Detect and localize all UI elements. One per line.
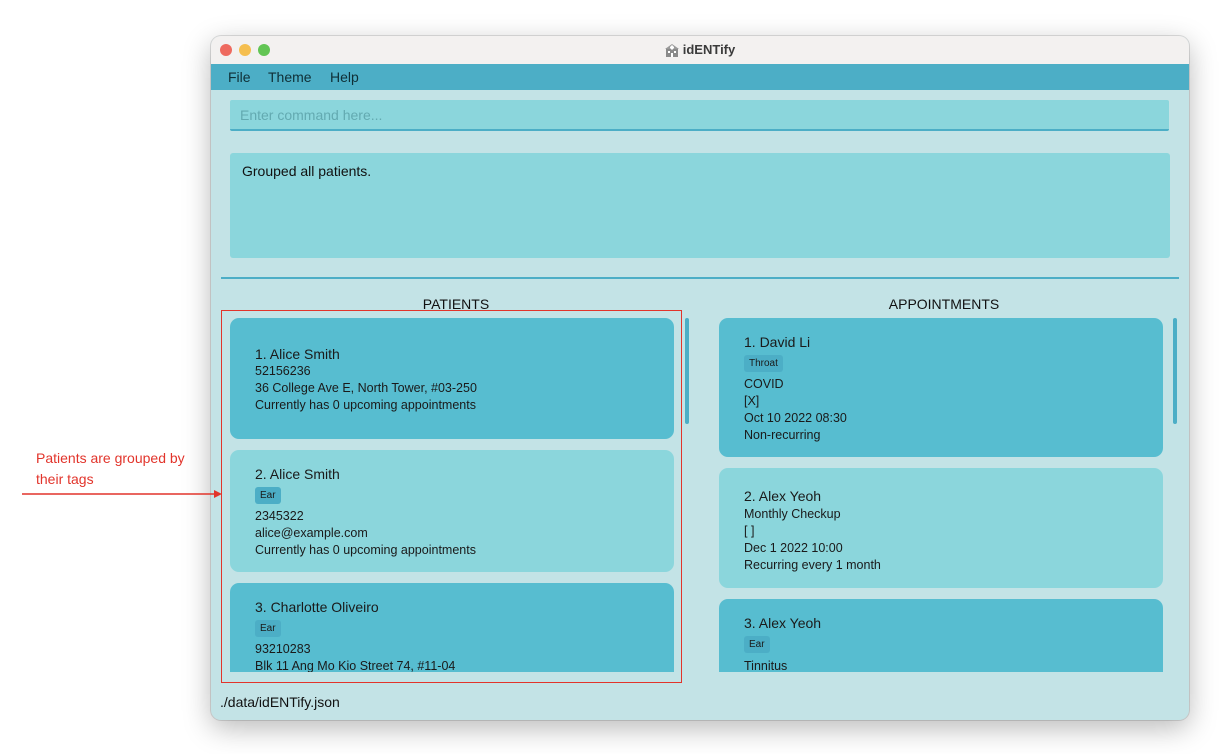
- result-display: Grouped all patients.: [230, 153, 1170, 258]
- menu-bar: File Theme Help: [211, 64, 1189, 90]
- annotation-line-1: Patients are grouped by: [36, 450, 185, 466]
- hospital-icon: [664, 44, 679, 57]
- appointment-recurrence: Non-recurring: [744, 428, 821, 442]
- appointment-reason: Tinnitus: [744, 659, 788, 672]
- appointment-datetime: Dec 1 2022 10:00: [744, 541, 843, 555]
- appointment-tag: Ear: [744, 636, 770, 653]
- annotation-line-2: their tags: [36, 471, 94, 487]
- result-text: Grouped all patients.: [242, 163, 372, 179]
- command-input[interactable]: [230, 100, 1169, 129]
- appointment-datetime: Oct 10 2022 08:30: [744, 411, 847, 425]
- appointment-reason: Monthly Checkup: [744, 507, 841, 521]
- menu-theme[interactable]: Theme: [268, 69, 312, 85]
- appointment-list-scrollbar[interactable]: [1173, 318, 1177, 424]
- title-bar: idENTify: [211, 36, 1189, 65]
- appointment-status: [ ]: [744, 524, 755, 538]
- appointment-card[interactable]: 1. David Li Throat COVID [X] Oct 10 2022…: [719, 318, 1163, 457]
- appointments-header: APPOINTMENTS: [888, 296, 1000, 312]
- appointment-tag: Throat: [744, 355, 783, 372]
- window-title: idENTify: [211, 42, 1189, 57]
- appointment-patient-name: 1. David Li: [744, 334, 811, 350]
- appointment-patient-name: 3. Alex Yeoh: [744, 615, 822, 631]
- appointment-status: [X]: [744, 394, 760, 408]
- annotation-label: Patients are grouped by their tags: [36, 448, 216, 490]
- window-title-text: idENTify: [682, 42, 736, 57]
- appointment-list[interactable]: 1. David Li Throat COVID [X] Oct 10 2022…: [719, 318, 1163, 672]
- divider: [221, 277, 1179, 279]
- appointment-patient-name: 2. Alex Yeoh: [744, 488, 822, 504]
- annotation-arrow-icon: [22, 490, 222, 498]
- patient-list-scrollbar[interactable]: [685, 318, 689, 424]
- highlight-box: [221, 310, 682, 683]
- menu-file[interactable]: File: [228, 69, 251, 85]
- command-box: [230, 100, 1169, 131]
- appointment-reason: COVID: [744, 377, 784, 391]
- appointment-card[interactable]: 3. Alex Yeoh Ear Tinnitus: [719, 599, 1163, 672]
- status-bar-path: ./data/idENTify.json: [220, 694, 340, 710]
- appointment-card[interactable]: 2. Alex Yeoh Monthly Checkup [ ] Dec 1 2…: [719, 468, 1163, 588]
- menu-help[interactable]: Help: [330, 69, 359, 85]
- appointment-recurrence: Recurring every 1 month: [744, 558, 881, 572]
